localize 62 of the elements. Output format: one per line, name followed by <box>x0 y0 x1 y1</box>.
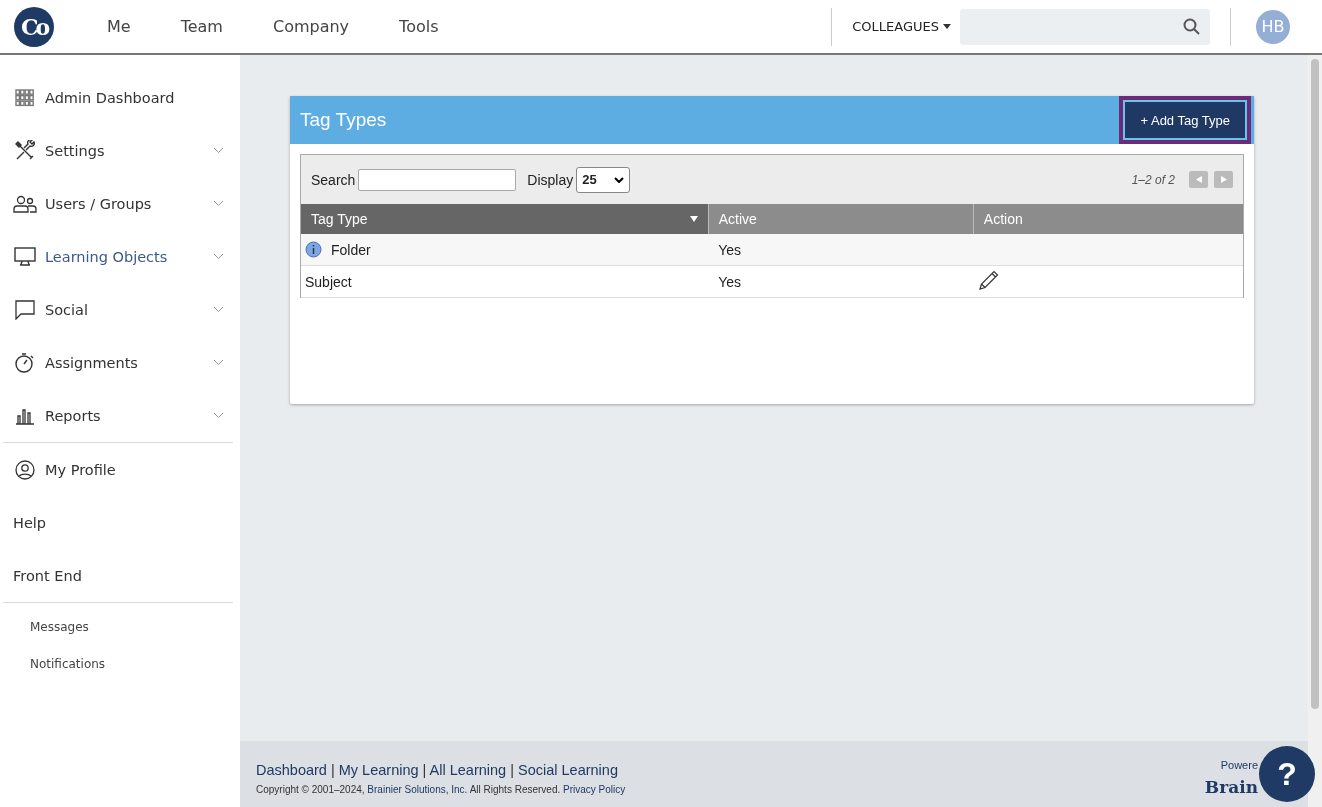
table-cell: Subject <box>305 273 352 290</box>
tools-icon <box>14 139 36 162</box>
right-arrow-icon <box>1220 176 1227 183</box>
powered-by-text: Powere <box>1220 759 1258 771</box>
link-separator: | <box>509 761 515 778</box>
users-icon <box>13 194 37 213</box>
table-cell: Yes <box>718 273 741 290</box>
nav-link[interactable]: Tools <box>374 17 464 36</box>
pencil-icon[interactable] <box>978 269 1001 291</box>
colleagues-dropdown[interactable]: COLLEAGUES <box>852 19 939 34</box>
sort-icon <box>689 216 698 222</box>
footer-link[interactable]: All Learning <box>429 761 507 778</box>
add-tag-type-button[interactable]: + Add Tag Type <box>1123 100 1247 140</box>
brand-logo: Brain <box>1204 777 1258 797</box>
search-label: Search <box>311 171 356 188</box>
display-select[interactable]: 25 <box>576 166 631 193</box>
sidebar-item[interactable]: Settings <box>3 124 233 177</box>
sidebar-item[interactable]: Help <box>3 496 233 549</box>
profile-icon <box>15 459 35 480</box>
left-arrow-icon <box>1195 176 1202 183</box>
pager-text: 1–2 of 2 <box>1131 172 1175 187</box>
next-page-button[interactable] <box>1214 171 1233 188</box>
sidebar-subitem[interactable]: Messages <box>0 608 240 645</box>
caret-icon <box>943 24 951 29</box>
sidebar-item[interactable]: Assignments <box>3 336 233 389</box>
bar-chart-icon <box>15 406 35 425</box>
footer-link[interactable]: My Learning <box>338 761 419 778</box>
grid-icon <box>15 88 35 107</box>
display-label: Display <box>527 171 574 188</box>
sidebar-item[interactable]: Users / Groups <box>3 177 233 230</box>
sidebar-item[interactable]: Learning Objects <box>3 230 233 283</box>
table-cell: Yes <box>718 241 741 258</box>
sidebar-item[interactable]: Reports <box>3 389 233 442</box>
previous-page-button[interactable] <box>1189 171 1208 188</box>
copyright-text: Copyright © 2001–2024, <box>256 783 365 795</box>
sidebar-item[interactable]: My Profile <box>3 443 233 496</box>
logo[interactable]: Co <box>14 6 54 47</box>
nav-link[interactable]: Team <box>155 17 248 36</box>
monitor-icon <box>14 246 36 267</box>
column-header[interactable]: Tag Type <box>301 204 709 234</box>
search-icon <box>1183 18 1200 35</box>
rights-text: All Rights Reserved. <box>469 783 561 795</box>
nav-link[interactable]: Company <box>247 17 375 36</box>
search-field[interactable] <box>358 168 517 191</box>
table-cell: Folder <box>331 241 371 258</box>
sidebar-item[interactable]: Admin Dashboard <box>3 71 233 124</box>
nav-link[interactable]: Me <box>82 17 156 36</box>
sidebar-item[interactable]: Social <box>3 283 233 336</box>
footer-link[interactable]: Dashboard <box>256 761 327 778</box>
sidebar-item[interactable]: Front End <box>3 549 233 602</box>
search-field[interactable] <box>960 8 1210 45</box>
privacy-policy-link[interactable]: Privacy Policy <box>563 783 626 795</box>
footer-link[interactable]: Social Learning <box>518 761 618 778</box>
stopwatch-icon <box>14 351 36 374</box>
panel-title: Tag Types <box>299 108 388 132</box>
brainier-solutions-link[interactable]: Brainier Solutions, Inc. <box>367 783 468 795</box>
scrollbar[interactable] <box>1308 55 1322 807</box>
sidebar-subitem[interactable]: Notifications <box>0 645 240 682</box>
link-separator: | <box>329 761 336 778</box>
chat-icon <box>15 299 35 320</box>
link-separator: | <box>421 761 428 778</box>
chevron-icon <box>614 176 625 183</box>
